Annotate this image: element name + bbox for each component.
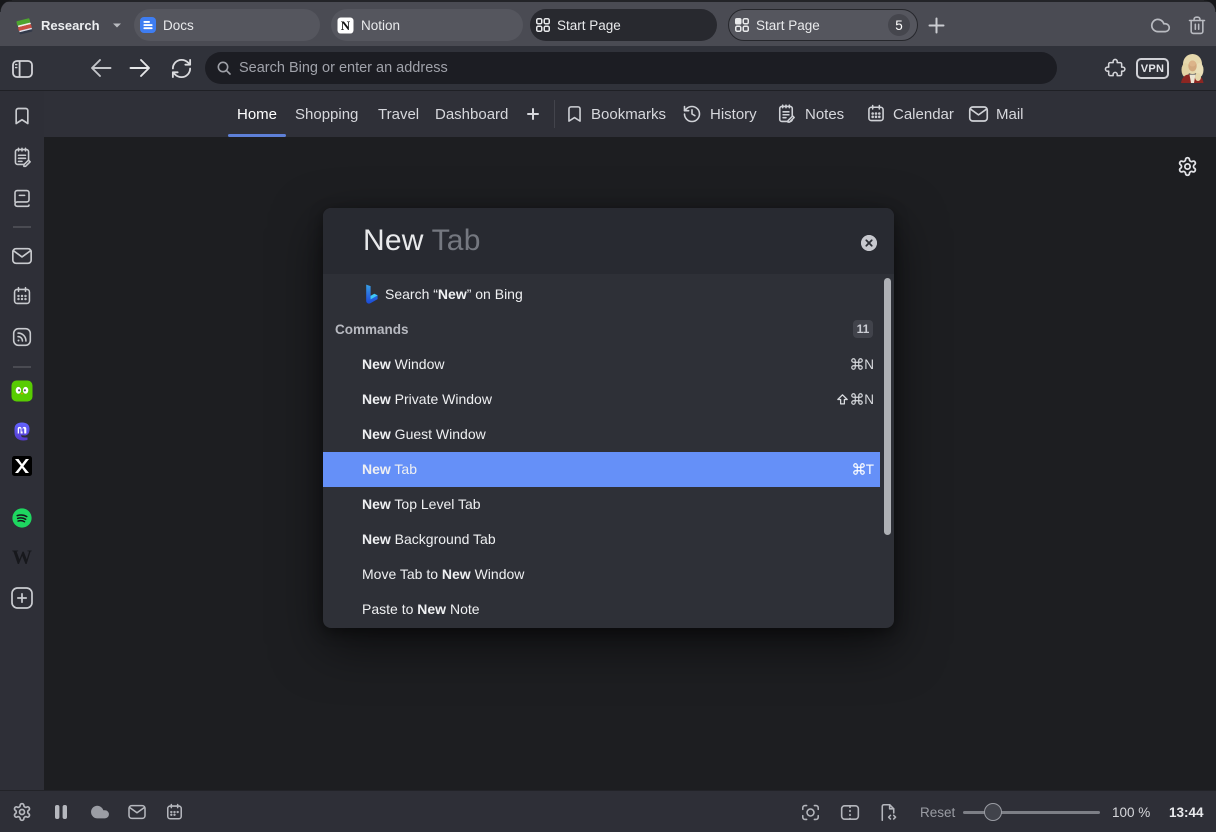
svg-text:N: N xyxy=(341,18,351,33)
